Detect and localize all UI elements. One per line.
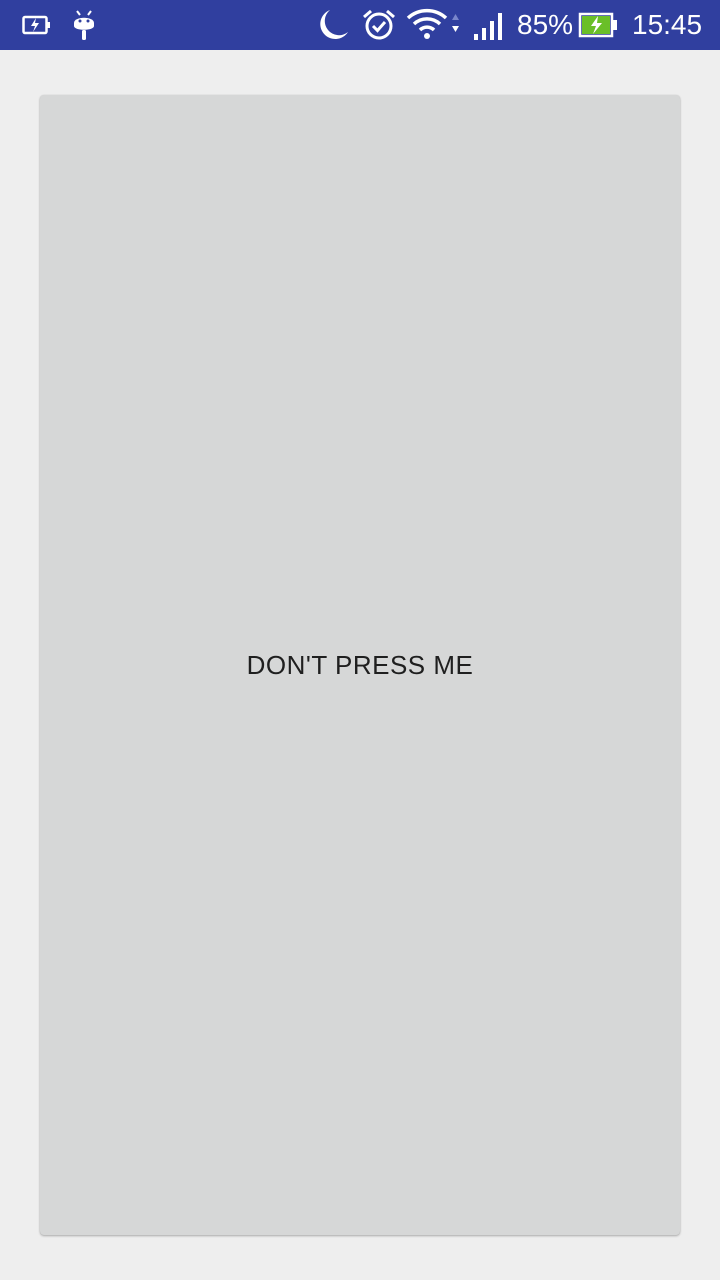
- android-debug-icon: [74, 10, 94, 40]
- battery-charging-icon: [578, 12, 617, 38]
- status-bar: 85% 15:45: [0, 0, 720, 50]
- cell-signal-icon: [474, 13, 502, 40]
- wifi-icon: [406, 8, 459, 39]
- app-content: DON'T PRESS ME: [0, 50, 720, 1280]
- alarm-icon: [363, 9, 395, 40]
- battery-percent: 85%: [517, 9, 574, 40]
- clock-time: 15:45: [632, 9, 703, 40]
- dont-press-me-button-label: DON'T PRESS ME: [246, 649, 474, 680]
- battery-saver-icon: [22, 15, 50, 35]
- dont-press-me-button[interactable]: DON'T PRESS ME: [40, 95, 680, 1235]
- do-not-disturb-moon-icon: [320, 10, 348, 40]
